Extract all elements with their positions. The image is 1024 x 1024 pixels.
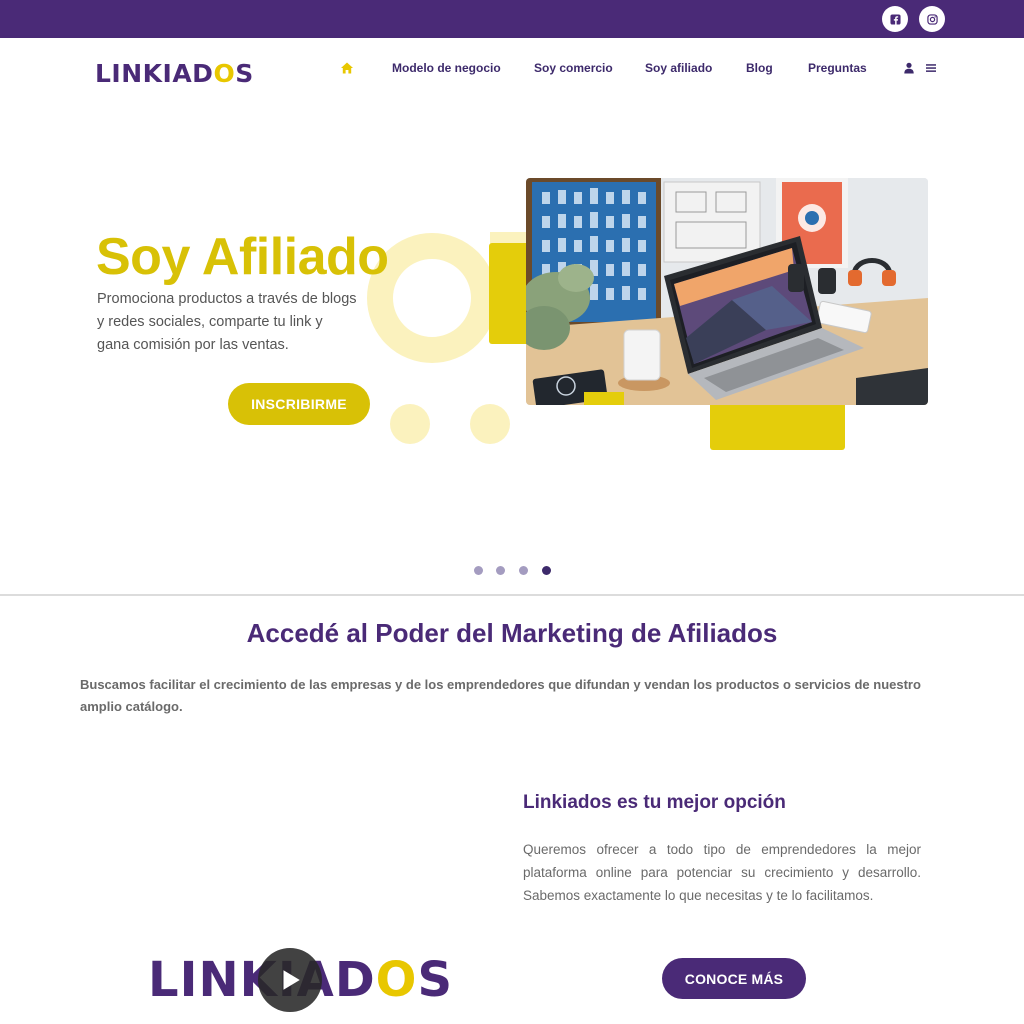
- laptop-desk-illustration: [526, 178, 928, 405]
- subsection-description: Queremos ofrecer a todo tipo de emprende…: [523, 842, 921, 903]
- slider-pagination: [474, 566, 554, 576]
- hero-title: Soy Afiliado: [96, 228, 389, 286]
- logo-text-prefix: LINKIAD: [95, 59, 214, 88]
- logo-text-suffix: S: [235, 59, 254, 88]
- logo-cart-letter: O: [213, 59, 236, 88]
- inscribirme-button[interactable]: INSCRIBIRME: [228, 383, 370, 425]
- user-icon[interactable]: [902, 61, 916, 75]
- nav-modelo-de-negocio[interactable]: Modelo de negocio: [392, 60, 501, 76]
- instagram-icon: [926, 13, 938, 25]
- slide-dot-2[interactable]: [496, 566, 505, 575]
- slide-dot-1[interactable]: [474, 566, 483, 575]
- nav-soy-afiliado[interactable]: Soy afiliado: [645, 60, 712, 76]
- main-header: LINKIADOS Modelo de negocio Soy comercio…: [0, 38, 1024, 112]
- nav-preguntas[interactable]: Preguntas: [808, 60, 867, 76]
- hero-description: Promociona productos a través de blogs y…: [97, 291, 357, 353]
- section-title: Accedé al Poder del Marketing de Afiliad…: [246, 618, 778, 648]
- hero-photo-workspace: [526, 178, 928, 405]
- video-logo-cart-letter: O: [375, 952, 418, 1008]
- home-icon[interactable]: [340, 61, 354, 75]
- nav-soy-comercio[interactable]: Soy comercio: [534, 60, 613, 76]
- section-description: Buscamos facilitar el crecimiento de las…: [80, 677, 921, 714]
- brand-logo[interactable]: LINKIADOS: [95, 60, 254, 88]
- instagram-link[interactable]: [919, 6, 945, 32]
- top-bar: [0, 0, 1024, 38]
- slide-dot-4-active[interactable]: [542, 566, 551, 575]
- facebook-link[interactable]: [882, 6, 908, 32]
- video-play-button[interactable]: [258, 948, 322, 1012]
- slide-dot-3[interactable]: [519, 566, 528, 575]
- nav-blog[interactable]: Blog: [746, 60, 773, 76]
- conoce-mas-button[interactable]: CONOCE MÁS: [662, 958, 806, 999]
- play-icon: [283, 970, 300, 990]
- hamburger-menu-icon[interactable]: [924, 61, 938, 75]
- subsection-title: Linkiados es tu mejor opción: [523, 792, 786, 813]
- hero-slider: Soy Afiliado Promociona productos a trav…: [0, 112, 1024, 596]
- facebook-icon: [889, 13, 901, 25]
- video-logo-suffix: S: [417, 952, 454, 1008]
